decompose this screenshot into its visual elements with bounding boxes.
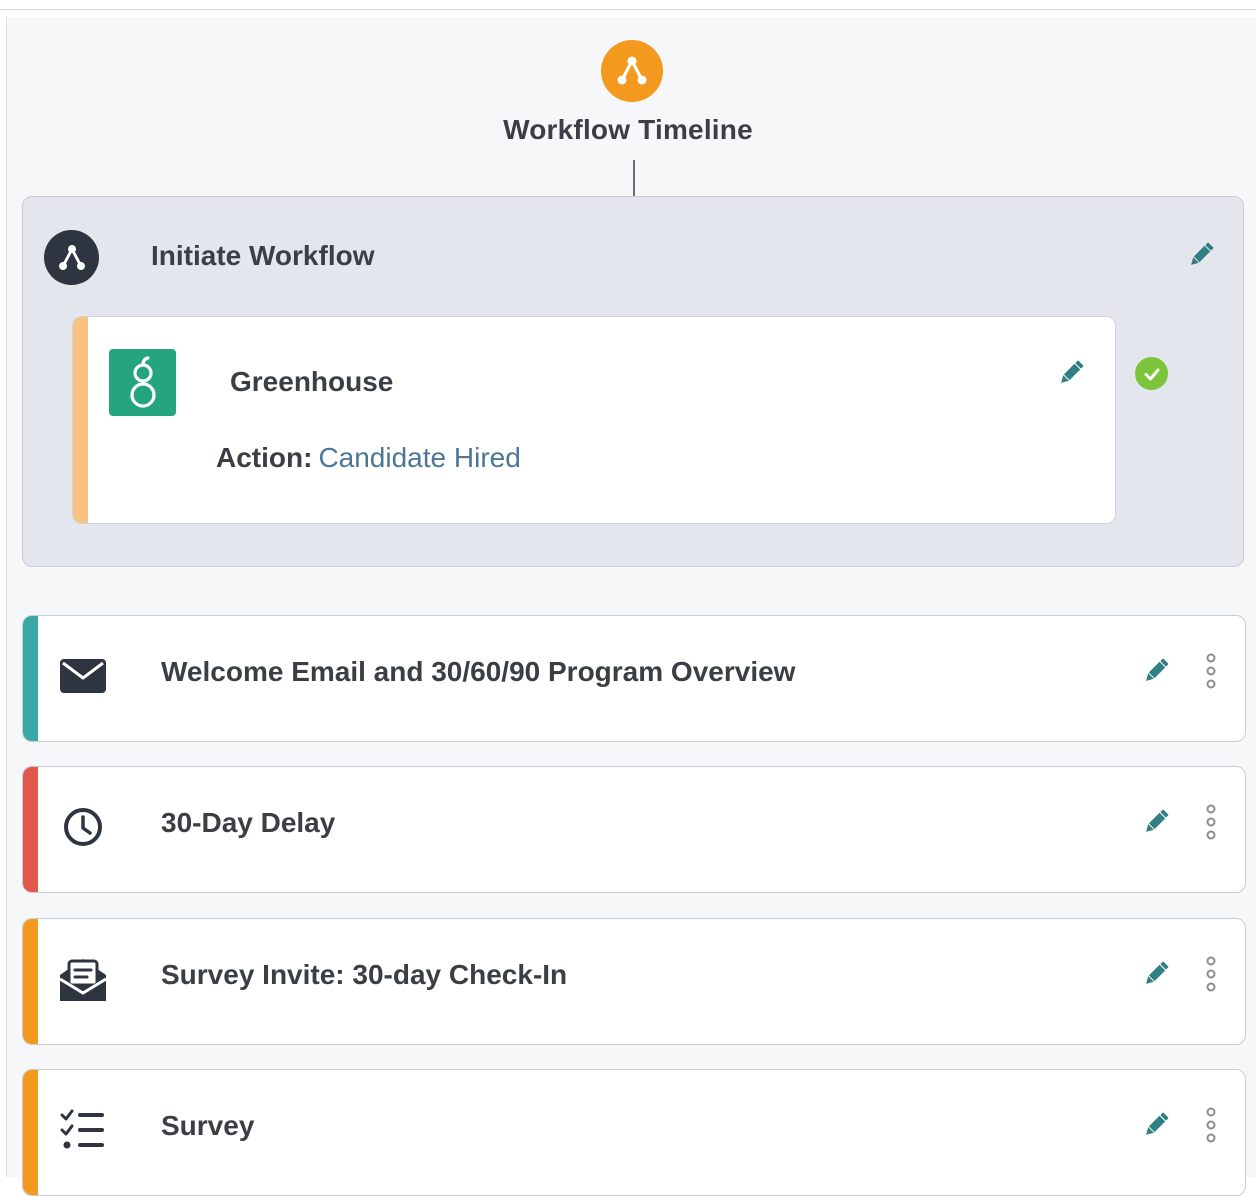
edit-initiate-button[interactable] bbox=[1184, 238, 1218, 272]
edit-step-button[interactable] bbox=[1139, 805, 1173, 839]
vertical-dots-icon bbox=[1206, 956, 1216, 992]
timeline-connector bbox=[633, 160, 635, 197]
step-accent-bar bbox=[23, 1070, 38, 1195]
pencil-icon bbox=[1146, 1112, 1169, 1135]
step-30-day-delay[interactable]: 30-Day Delay bbox=[22, 766, 1246, 893]
step-accent-bar bbox=[23, 919, 38, 1044]
edit-step-button[interactable] bbox=[1139, 654, 1173, 688]
trigger-accent-bar bbox=[73, 317, 88, 523]
top-divider bbox=[0, 0, 1256, 10]
step-accent-bar bbox=[23, 616, 38, 741]
pencil-icon bbox=[1146, 658, 1169, 681]
pencil-icon bbox=[1146, 961, 1169, 984]
vertical-dots-icon bbox=[1206, 653, 1216, 689]
trigger-action-value: Candidate Hired bbox=[318, 442, 521, 473]
greenhouse-logo bbox=[109, 349, 176, 416]
check-icon bbox=[1135, 357, 1168, 390]
vertical-dots-icon bbox=[1206, 804, 1216, 840]
edit-step-button[interactable] bbox=[1139, 1108, 1173, 1142]
cropped-link-fragment bbox=[88, 0, 116, 6]
survey-invite-icon bbox=[57, 953, 109, 1005]
initiate-workflow-title: Initiate Workflow bbox=[151, 240, 375, 271]
trigger-card[interactable] bbox=[72, 316, 1116, 524]
clock-icon bbox=[57, 801, 109, 853]
workflow-icon bbox=[601, 40, 663, 102]
workflow-icon bbox=[44, 230, 99, 285]
trigger-action: Action: Candidate Hired bbox=[216, 442, 521, 474]
trigger-action-label: Action: bbox=[216, 442, 313, 473]
step-title: 30-Day Delay bbox=[161, 807, 336, 838]
step-survey-invite[interactable]: Survey Invite: 30-day Check-In bbox=[22, 918, 1246, 1045]
envelope-icon bbox=[57, 650, 109, 702]
more-options-button[interactable] bbox=[1199, 803, 1223, 841]
step-title: Survey bbox=[161, 1110, 255, 1141]
edit-trigger-button[interactable] bbox=[1054, 356, 1088, 390]
more-options-button[interactable] bbox=[1199, 1106, 1223, 1144]
step-welcome-email[interactable]: Welcome Email and 30/60/90 Program Overv… bbox=[22, 615, 1246, 742]
timeline-title: Workflow Timeline bbox=[503, 114, 753, 145]
pencil-icon bbox=[1146, 809, 1169, 832]
step-accent-bar bbox=[23, 767, 38, 892]
checklist-icon bbox=[57, 1104, 109, 1156]
step-survey[interactable]: Survey bbox=[22, 1069, 1246, 1196]
edit-step-button[interactable] bbox=[1139, 957, 1173, 991]
more-options-button[interactable] bbox=[1199, 955, 1223, 993]
pencil-icon bbox=[1061, 360, 1084, 383]
step-title: Survey Invite: 30-day Check-In bbox=[161, 959, 568, 990]
vertical-dots-icon bbox=[1206, 1107, 1216, 1143]
pencil-icon bbox=[1191, 242, 1214, 265]
more-options-button[interactable] bbox=[1199, 652, 1223, 690]
step-title: Welcome Email and 30/60/90 Program Overv… bbox=[161, 656, 796, 687]
trigger-app-name: Greenhouse bbox=[230, 366, 394, 397]
